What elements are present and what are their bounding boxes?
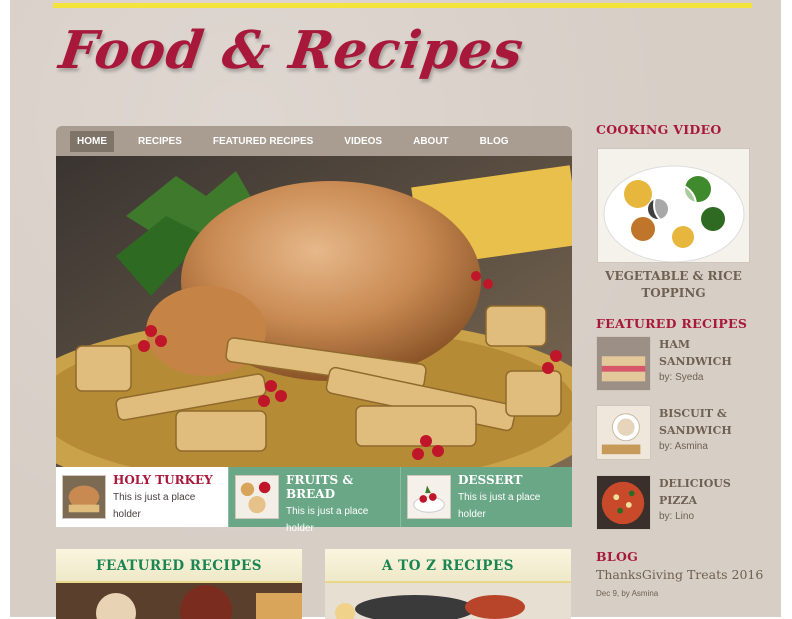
blog-heading: BLOG: [596, 549, 639, 564]
card-desc: This is just a place holder: [458, 492, 541, 520]
featured-recipes-panel: FEATURED RECIPES: [56, 549, 302, 619]
card-holy-turkey[interactable]: HOLY TURKEY This is just a place holder: [56, 467, 228, 527]
biscuit-thumbnail: [596, 405, 651, 460]
page: Food & Recipes HOME RECIPES FEATURED REC…: [10, 0, 781, 619]
nav-about[interactable]: ABOUT: [406, 131, 456, 152]
featured-image-graphic: [56, 583, 302, 619]
video-caption[interactable]: VEGETABLE & RICE TOPPING: [597, 268, 750, 302]
cooking-video-heading: COOKING VIDEO: [596, 122, 722, 137]
nav-videos[interactable]: VIDEOS: [337, 131, 389, 152]
dessert-thumbnail: [407, 475, 451, 519]
card-title: FRUITS & BREAD: [286, 473, 354, 501]
panel-heading[interactable]: FEATURED RECIPES: [56, 549, 302, 583]
top-accent-bar: [53, 3, 752, 8]
featured-recipes-heading: FEATURED RECIPES: [596, 316, 748, 331]
recipe-author: by: Syeda: [659, 372, 704, 383]
nav-recipes[interactable]: RECIPES: [131, 131, 189, 152]
card-fruits-bread[interactable]: FRUITS & BREAD This is just a place hold…: [228, 467, 400, 534]
recipe-name: DELICIOUS PIZZA: [659, 477, 731, 507]
play-icon[interactable]: [652, 182, 698, 228]
feature-cards: HOLY TURKEY This is just a place holder …: [56, 467, 572, 534]
atoz-panel-image[interactable]: [325, 583, 571, 619]
recipe-author: by: Asmina: [659, 441, 708, 452]
panel-heading[interactable]: A TO Z RECIPES: [325, 549, 571, 583]
nav-featured-recipes[interactable]: FEATURED RECIPES: [206, 131, 320, 152]
recipe-name: BISCUIT & SANDWICH: [659, 407, 732, 437]
roast-turkey-illustration: [56, 156, 572, 467]
recipe-item-biscuit-sandwich[interactable]: BISCUIT & SANDWICH by: Asmina: [596, 405, 756, 465]
card-desc: This is just a place holder: [286, 506, 369, 534]
recipe-author: by: Lino: [659, 511, 695, 522]
main-nav: HOME RECIPES FEATURED RECIPES VIDEOS ABO…: [56, 126, 572, 156]
nav-home[interactable]: HOME: [70, 130, 114, 152]
recipe-item-ham-sandwich[interactable]: HAM SANDWICH by: Syeda: [596, 336, 756, 396]
card-title: DESSERT: [458, 473, 523, 487]
fruits-bread-thumbnail: [235, 475, 279, 519]
featured-panel-image[interactable]: [56, 583, 302, 619]
hero-image-turkey[interactable]: [56, 156, 572, 467]
recipe-name: HAM SANDWICH: [659, 338, 732, 368]
turkey-thumbnail: [62, 475, 106, 519]
site-logo-title[interactable]: Food & Recipes: [56, 20, 528, 81]
pizza-thumbnail: [596, 475, 651, 530]
blog-post-link[interactable]: ThanksGiving Treats 2016: [596, 567, 763, 582]
card-desc: This is just a place holder: [113, 492, 196, 520]
card-title: HOLY TURKEY: [113, 473, 213, 487]
ham-sandwich-thumbnail: [596, 336, 651, 391]
atoz-image-graphic: [325, 583, 571, 619]
recipe-item-delicious-pizza[interactable]: DELICIOUS PIZZA by: Lino: [596, 475, 756, 535]
a-to-z-recipes-panel: A TO Z RECIPES: [325, 549, 571, 619]
nav-blog[interactable]: BLOG: [473, 131, 516, 152]
cooking-video-thumbnail[interactable]: [597, 148, 750, 263]
blog-post-meta: Dec 9, by Asmina: [596, 589, 659, 598]
card-dessert[interactable]: DESSERT This is just a place holder: [400, 467, 572, 527]
